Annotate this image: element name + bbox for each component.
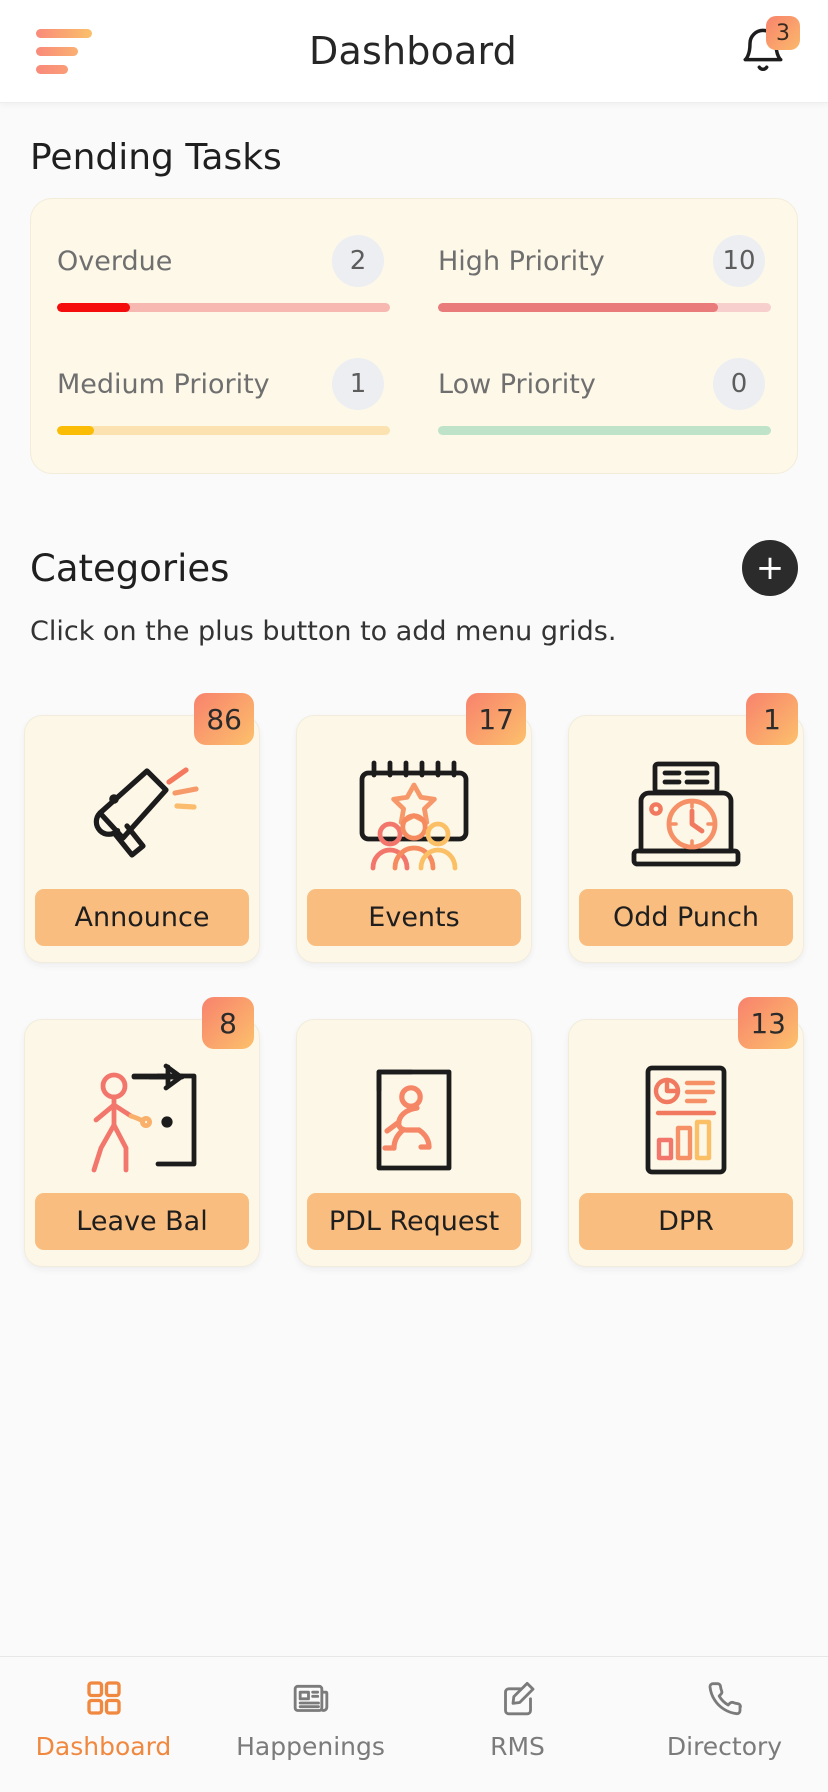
category-card-wrapper: 17 Events xyxy=(296,693,532,963)
edit-note-icon xyxy=(497,1677,539,1719)
task-stat-label: Low Priority xyxy=(438,368,596,400)
category-label: Odd Punch xyxy=(579,889,793,946)
category-card-wrapper: 86 Announce xyxy=(24,693,260,963)
categories-subtitle: Click on the plus button to add menu gri… xyxy=(30,616,617,647)
nav-item-label: Happenings xyxy=(236,1731,385,1761)
pending-tasks-card: Overdue 2 High Priority 10 Medium Priority 1 L… xyxy=(30,198,798,474)
bottom-navigation: Dashboard Happenings RMS Directory xyxy=(0,1656,828,1792)
category-card[interactable]: Odd Punch xyxy=(568,715,804,963)
person-running-icon xyxy=(309,1046,519,1193)
task-stat-label: Medium Priority xyxy=(57,368,270,400)
task-progress-track xyxy=(57,303,390,312)
nav-item-label: RMS xyxy=(490,1731,545,1761)
category-card-wrapper: PDL Request xyxy=(296,997,532,1267)
categories-header: Categories + xyxy=(0,474,828,596)
category-badge: 8 xyxy=(202,997,254,1049)
nav-item-label: Directory xyxy=(666,1731,783,1761)
category-label: DPR xyxy=(579,1193,793,1250)
megaphone-icon xyxy=(37,742,247,889)
task-progress-fill xyxy=(438,303,718,312)
category-badge: 13 xyxy=(738,997,798,1049)
category-label: PDL Request xyxy=(307,1193,521,1250)
calendar-people-icon xyxy=(309,742,519,889)
dashboard-screen: Dashboard 3 Pending Tasks Overdue 2 High P… xyxy=(0,0,828,1792)
task-stat-item: Medium Priority 1 xyxy=(57,358,390,435)
page-title: Dashboard xyxy=(309,29,517,73)
category-card-wrapper: 8 Leave Bal xyxy=(24,997,260,1267)
task-stat-item: Low Priority 0 xyxy=(438,358,771,435)
categories-grid: 86 Announce 17 Events 1 Odd Punch 8 Leave Bal PD… xyxy=(0,647,828,1267)
category-card-wrapper: 1 Odd Punch xyxy=(568,693,804,963)
category-card[interactable]: Events xyxy=(296,715,532,963)
category-label: Events xyxy=(307,889,521,946)
report-document-icon xyxy=(581,1046,791,1193)
task-progress-fill xyxy=(57,426,94,435)
news-icon xyxy=(290,1677,332,1719)
task-stat-header: High Priority 10 xyxy=(438,235,771,287)
nav-item-rms[interactable]: RMS xyxy=(414,1677,621,1761)
task-stat-item: Overdue 2 xyxy=(57,235,390,312)
nav-item-happenings[interactable]: Happenings xyxy=(207,1677,414,1761)
notification-badge: 3 xyxy=(766,16,800,50)
notifications-button[interactable]: 3 xyxy=(732,16,800,82)
task-stat-header: Overdue 2 xyxy=(57,235,390,287)
categories-title: Categories xyxy=(30,546,230,590)
category-card-wrapper: 13 DPR xyxy=(568,997,804,1267)
grid-icon xyxy=(84,1677,124,1719)
hamburger-bar-1 xyxy=(36,28,92,38)
category-badge: 17 xyxy=(466,693,526,745)
nav-item-dashboard[interactable]: Dashboard xyxy=(0,1677,207,1761)
category-card[interactable]: Leave Bal xyxy=(24,1019,260,1267)
category-badge: 86 xyxy=(194,693,254,745)
task-progress-track xyxy=(438,303,771,312)
hamburger-bar-3 xyxy=(36,64,68,74)
task-progress-track xyxy=(438,426,771,435)
pending-tasks-title: Pending Tasks xyxy=(30,137,282,178)
task-stat-count: 2 xyxy=(332,235,384,287)
task-stat-header: Low Priority 0 xyxy=(438,358,771,410)
nav-item-directory[interactable]: Directory xyxy=(621,1677,828,1761)
category-label: Announce xyxy=(35,889,249,946)
task-stat-item: High Priority 10 xyxy=(438,235,771,312)
person-exit-door-icon xyxy=(37,1046,247,1193)
category-label: Leave Bal xyxy=(35,1193,249,1250)
task-stat-count: 0 xyxy=(713,358,765,410)
category-card[interactable]: DPR xyxy=(568,1019,804,1267)
app-header: Dashboard 3 xyxy=(0,0,828,103)
hamburger-menu-icon[interactable] xyxy=(34,23,94,80)
task-stat-label: High Priority xyxy=(438,245,605,277)
nav-item-label: Dashboard xyxy=(35,1731,172,1761)
category-badge: 1 xyxy=(746,693,798,745)
add-category-button[interactable]: + xyxy=(742,540,798,596)
task-stat-header: Medium Priority 1 xyxy=(57,358,390,410)
category-card[interactable]: PDL Request xyxy=(296,1019,532,1267)
phone-icon xyxy=(704,1677,746,1719)
task-stat-count: 1 xyxy=(332,358,384,410)
task-progress-fill xyxy=(57,303,131,312)
main-content: Pending Tasks Overdue 2 High Priority 10 Med… xyxy=(0,103,828,1656)
hamburger-bar-2 xyxy=(36,46,78,56)
category-card[interactable]: Announce xyxy=(24,715,260,963)
task-stat-label: Overdue xyxy=(57,245,173,277)
task-stat-count: 10 xyxy=(713,235,765,287)
punch-clock-icon xyxy=(581,742,791,889)
task-progress-track xyxy=(57,426,390,435)
